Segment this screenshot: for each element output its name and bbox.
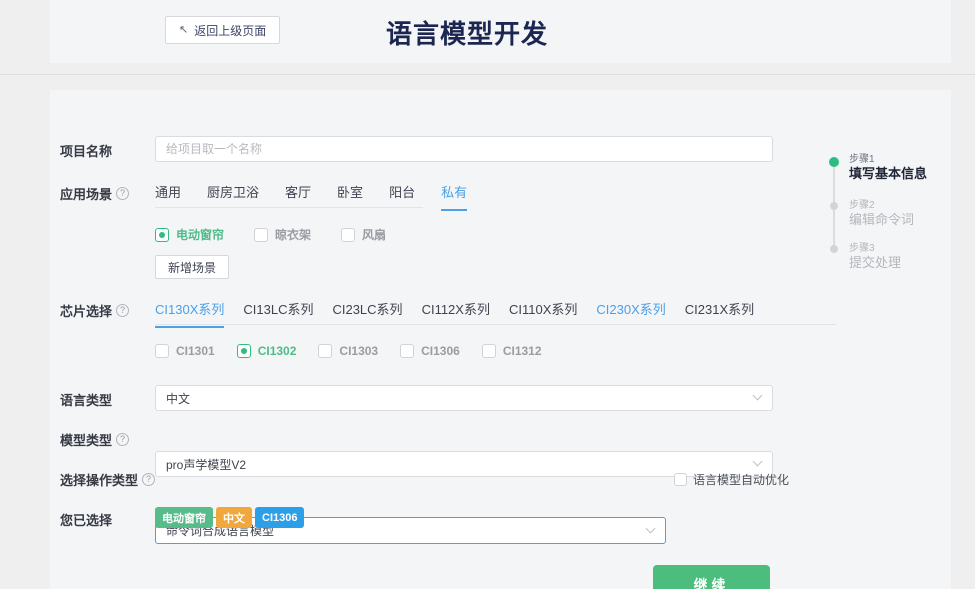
selected-tag-scenario: 电动窗帘 [155,507,213,528]
checkbox-icon [400,344,414,358]
continue-button[interactable]: 继续 [653,565,770,589]
back-button-label: 返回上级页面 [194,22,266,39]
operation-label: 选择操作类型 ? [60,470,155,489]
project-name-label: 项目名称 [60,141,112,160]
help-icon[interactable]: ? [116,187,129,200]
scenario-option-drying-rack[interactable]: 晾衣架 [254,226,311,243]
checkbox-icon [482,344,496,358]
auto-optimize-option[interactable]: 语言模型自动优化 [674,471,789,488]
chip-option-ci1306[interactable]: CI1306 [400,344,460,358]
header-divider [0,74,975,75]
scenario-options: 电动窗帘 晾衣架 风扇 [155,226,386,243]
checkbox-checked-icon [237,344,251,358]
chevron-down-icon [753,457,763,467]
model-label: 模型类型 ? [60,430,129,449]
step-3-dot-icon [830,245,838,253]
scenario-tab-private[interactable]: 私有 [441,182,467,211]
chip-option-ci1312[interactable]: CI1312 [482,344,542,358]
selected-label: 您已选择 [60,510,112,529]
header: ↖ 返回上级页面 语言模型开发 [50,0,951,63]
language-select-value: 中文 [166,390,190,407]
back-arrow-icon: ↖ [179,25,188,36]
chip-option-ci1301[interactable]: CI1301 [155,344,215,358]
help-icon[interactable]: ? [142,473,155,486]
chip-tabs-underline [155,324,836,325]
checkbox-icon [254,228,268,242]
page-title: 语言模型开发 [386,14,548,51]
help-icon[interactable]: ? [116,304,129,317]
selected-tag-chip: CI1306 [255,507,304,528]
add-scenario-button[interactable]: 新增场景 [155,255,229,279]
scenario-label: 应用场景 ? [60,184,129,203]
selected-tags: 电动窗帘 中文 CI1306 [155,507,304,528]
step-1-dot-icon [829,157,839,167]
scenario-option-curtain[interactable]: 电动窗帘 [155,226,224,243]
model-select-value: pro声学模型V2 [166,456,246,473]
checkbox-icon [674,473,687,486]
page: ↖ 返回上级页面 语言模型开发 项目名称 应用场景 ? 通用 厨房卫浴 客厅 卧… [0,0,975,589]
selected-tag-language: 中文 [216,507,252,528]
scenario-tabs-underline [155,207,423,208]
language-select[interactable]: 中文 [155,385,773,411]
chip-option-ci1302[interactable]: CI1302 [237,344,297,358]
project-name-input[interactable] [156,137,772,161]
chip-option-ci1303[interactable]: CI1303 [318,344,378,358]
chip-label: 芯片选择 ? [60,301,129,320]
checkbox-icon [318,344,332,358]
step-2-dot-icon [830,202,838,210]
step-2-title: 编辑命令词 [849,209,914,228]
auto-optimize-label: 语言模型自动优化 [693,471,789,488]
checkbox-icon [341,228,355,242]
scenario-option-fan[interactable]: 风扇 [341,226,386,243]
chevron-down-icon [753,391,763,401]
step-3-title: 提交处理 [849,252,901,271]
checkbox-checked-icon [155,228,169,242]
step-1-title: 填写基本信息 [849,163,927,182]
checkbox-icon [155,344,169,358]
back-button[interactable]: ↖ 返回上级页面 [165,16,280,44]
chip-options: CI1301 CI1302 CI1303 CI1306 CI1312 [155,344,542,358]
chevron-down-icon [646,523,656,533]
help-icon[interactable]: ? [116,433,129,446]
project-name-field [155,136,773,162]
language-label: 语言类型 [60,390,112,409]
